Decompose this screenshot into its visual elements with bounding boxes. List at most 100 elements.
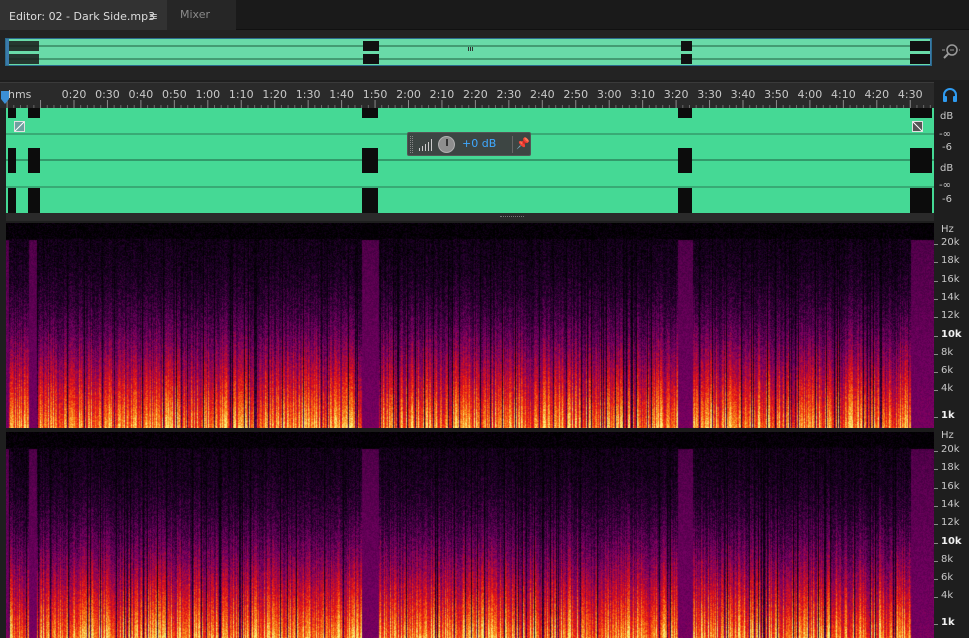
hz-scale-ch2: Hz 20k 18k 16k 14k 12k 10k 8k 6k 4k 1k bbox=[934, 428, 969, 638]
ruler-tick-label: 1:20 bbox=[262, 88, 288, 101]
volume-hud[interactable]: +0 dB 📌 bbox=[407, 132, 531, 156]
ruler-tick-label: 4:00 bbox=[797, 88, 823, 101]
ruler-tick-label: 3:40 bbox=[730, 88, 756, 101]
hz-tick-label: 12k bbox=[941, 517, 960, 529]
ruler-tick-label: 1:10 bbox=[228, 88, 254, 101]
hz-tick-label: 6k bbox=[941, 572, 954, 584]
ruler-tick-label: 1:00 bbox=[195, 88, 221, 101]
hz-scale-ch1: Hz 20k 18k 16k 14k 12k 10k 8k 6k 4k 1k bbox=[934, 216, 969, 428]
menu-icon[interactable]: ≡ bbox=[149, 2, 158, 32]
pin-icon[interactable]: 📌 bbox=[516, 137, 530, 150]
hz-tick-label: 16k bbox=[941, 480, 960, 492]
ruler-tick-label: 1:40 bbox=[329, 88, 354, 101]
hz-tick-mark bbox=[934, 298, 938, 300]
splitter-grip bbox=[500, 216, 524, 218]
hz-tick-label: 8k bbox=[941, 346, 954, 358]
playhead-icon[interactable] bbox=[0, 91, 10, 105]
tab-editor[interactable]: Editor: 02 - Dark Side.mp3 ≡ bbox=[0, 0, 167, 30]
waveform-graphic bbox=[6, 108, 934, 213]
ruler-tick-label: 3:20 bbox=[663, 88, 689, 101]
ruler-tick-label: 3:50 bbox=[764, 88, 789, 101]
ruler-tick-label: 3:00 bbox=[596, 88, 622, 101]
hz-tick-mark bbox=[934, 451, 938, 452]
spectral-display-ch2[interactable] bbox=[6, 432, 934, 638]
gain-knob[interactable] bbox=[438, 136, 455, 153]
tab-bar: Editor: 02 - Dark Side.mp3 ≡ Mixer bbox=[0, 0, 969, 30]
hz-tick-label: 1k bbox=[941, 617, 955, 629]
tab-mixer[interactable]: Mixer bbox=[167, 0, 236, 30]
ruler-tick-label: 2:20 bbox=[463, 88, 488, 101]
ruler-tick-label: 3:10 bbox=[630, 88, 655, 101]
hz-tick-mark bbox=[934, 372, 938, 374]
ruler-unit-label: hms bbox=[8, 88, 32, 101]
spectral-display-ch1[interactable] bbox=[6, 223, 934, 428]
overview-area bbox=[0, 30, 969, 80]
db-scale-ch2-6: -6 bbox=[942, 194, 952, 205]
hz-tick-label: 20k bbox=[941, 444, 960, 455]
hz-tick-mark bbox=[934, 390, 938, 392]
hz-tick-label: 16k bbox=[941, 273, 960, 285]
db-scale-ch2-minf: -∞ bbox=[939, 180, 951, 191]
fade-in-handle-icon[interactable] bbox=[14, 121, 25, 132]
hz-tick-mark bbox=[934, 524, 938, 526]
ruler-tick-label: 0:20 bbox=[61, 88, 87, 101]
tab-mixer-label: Mixer bbox=[180, 8, 211, 21]
spectral-graphic-ch2 bbox=[6, 432, 934, 638]
gain-value[interactable]: +0 dB bbox=[462, 137, 496, 150]
hz-tick-label: 1k bbox=[941, 410, 955, 422]
hz-tick-label: 18k bbox=[941, 255, 960, 267]
headphones-icon[interactable] bbox=[942, 87, 958, 103]
fade-out-handle-icon[interactable] bbox=[912, 121, 923, 132]
ruler-tick-label: 4:20 bbox=[864, 88, 890, 101]
hz-tick-mark bbox=[934, 487, 938, 489]
hz-tick-label: 12k bbox=[941, 310, 960, 322]
ruler-tick-label: 4:10 bbox=[830, 88, 856, 101]
overview-waveform[interactable] bbox=[5, 38, 932, 66]
hz-tick-mark bbox=[934, 560, 938, 562]
waveform-editor[interactable] bbox=[6, 108, 934, 213]
hz-tick-label: 14k bbox=[941, 291, 960, 303]
db-unit-ch1: dB bbox=[940, 111, 954, 122]
hud-divider bbox=[512, 136, 513, 153]
ruler-tick-label: 2:00 bbox=[396, 88, 421, 101]
hz-tick-label: 14k bbox=[941, 498, 960, 510]
ruler-tick-label: 0:30 bbox=[95, 88, 120, 101]
hz-tick-mark bbox=[934, 505, 938, 507]
time-ruler[interactable]: hms 0:20 0:30 0:40 0:50 1:00 1:10 1:20 1:30 1:40… bbox=[0, 82, 934, 109]
hz-tick-label: 10k bbox=[941, 535, 962, 547]
hz-tick-label: 20k bbox=[941, 237, 960, 248]
hz-tick-mark bbox=[934, 469, 938, 471]
hz-tick-mark bbox=[934, 317, 938, 319]
hz-tick-mark bbox=[934, 353, 938, 355]
overview-waveform-graphic bbox=[6, 39, 931, 65]
hz-tick-mark bbox=[934, 579, 938, 581]
level-meter-icon bbox=[419, 139, 432, 151]
ruler-tick-label: 2:50 bbox=[563, 88, 589, 101]
hz-tick-mark bbox=[934, 335, 938, 337]
db-scale-ch1-6: -6 bbox=[942, 142, 952, 153]
hz-tick-label: 4k bbox=[941, 383, 954, 395]
zoom-magnifier-icon[interactable] bbox=[942, 42, 960, 60]
hz-tick-mark bbox=[934, 542, 938, 544]
ruler-tick-label: 1:30 bbox=[295, 88, 321, 101]
panel-splitter[interactable] bbox=[6, 213, 934, 221]
ruler-tick-label: 2:40 bbox=[529, 88, 555, 101]
ruler-tick-label: 1:50 bbox=[362, 88, 388, 101]
ruler-tick-label: 2:10 bbox=[429, 88, 455, 101]
ruler-tick-label: 2:30 bbox=[496, 88, 522, 101]
ruler-tick-label: 0:50 bbox=[161, 88, 187, 101]
hz-tick-mark bbox=[934, 624, 938, 626]
db-scale-ch1-minf: -∞ bbox=[939, 129, 951, 140]
hz-tick-mark bbox=[934, 597, 938, 599]
hz-unit-label: Hz bbox=[941, 430, 954, 441]
hz-tick-label: 8k bbox=[941, 553, 954, 565]
hud-drag-handle[interactable] bbox=[410, 136, 413, 153]
hz-tick-mark bbox=[934, 417, 938, 419]
ruler-tick-label: 4:30 bbox=[897, 88, 923, 101]
hz-tick-label: 18k bbox=[941, 462, 960, 474]
hz-tick-mark bbox=[934, 244, 938, 245]
ruler-tick-label: 0:40 bbox=[128, 88, 154, 101]
hz-tick-mark bbox=[934, 262, 938, 264]
hz-unit-label: Hz bbox=[941, 224, 954, 235]
waveform-db-scale: dB -∞ -6 dB -∞ -6 bbox=[934, 108, 969, 216]
